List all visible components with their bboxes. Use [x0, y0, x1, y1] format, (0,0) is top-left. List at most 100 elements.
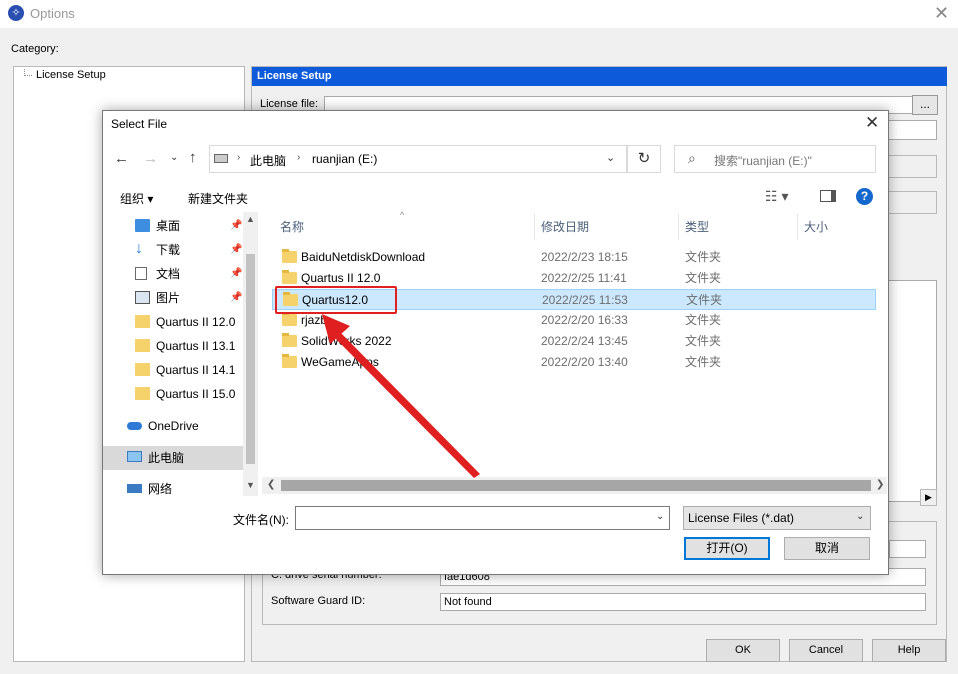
help-button[interactable]: Help	[872, 639, 946, 662]
chevron-down-icon[interactable]: ⌄	[656, 511, 664, 522]
nav-item-label: 文档	[156, 267, 181, 281]
highlight-box	[275, 286, 397, 314]
folder-icon	[135, 339, 150, 352]
column-header-type[interactable]: 类型	[679, 214, 798, 240]
nav-item-quartus-13[interactable]: Quartus II 13.1	[103, 334, 243, 358]
file-row[interactable]: BaiduNetdiskDownload 2022/2/23 18:15 文件夹	[272, 247, 876, 268]
new-folder-button[interactable]: 新建文件夹	[188, 190, 248, 207]
file-date: 2022/2/24 13:45	[541, 334, 628, 348]
scroll-left-icon[interactable]: ❮	[267, 479, 275, 490]
organize-menu[interactable]: 组织 ▾	[120, 190, 153, 207]
file-date: 2022/2/23 18:15	[541, 250, 628, 264]
search-placeholder: 搜索"ruanjian (E:)"	[714, 154, 812, 168]
nav-item-label: 桌面	[156, 219, 181, 233]
nav-item-label: Quartus II 15.0	[156, 387, 236, 401]
pin-icon: 📌	[230, 268, 243, 279]
chevron-down-icon[interactable]: ⌄	[606, 151, 615, 164]
nav-item-quartus-12[interactable]: Quartus II 12.0	[103, 310, 243, 334]
preview-pane-icon[interactable]	[820, 190, 836, 202]
scroll-right-icon: ▶	[920, 489, 937, 506]
file-name: WeGameApps	[301, 355, 379, 369]
folder-icon	[282, 354, 297, 368]
file-date: 2022/2/25 11:41	[541, 271, 627, 285]
refresh-icon[interactable]: ↻	[627, 145, 661, 173]
chevron-right-icon[interactable]: ›	[237, 152, 240, 163]
file-row[interactable]: WeGameApps 2022/2/20 13:40 文件夹	[272, 352, 876, 373]
navigation-pane: 桌面 📌 ↓ 下载 📌 文档 📌 图片 📌 Quartus II 12.0 Qu…	[103, 212, 258, 496]
chevron-right-icon[interactable]: ›	[297, 152, 300, 163]
filetype-select[interactable]: License Files (*.dat)	[683, 506, 871, 530]
picture-icon	[135, 291, 150, 304]
computer-icon	[127, 451, 142, 462]
nav-item-desktop[interactable]: 桌面 📌	[103, 214, 243, 238]
file-type: 文件夹	[686, 293, 723, 307]
desktop-icon	[135, 219, 150, 232]
view-options-icon[interactable]: ☷ ▾	[765, 188, 788, 205]
panel-header: License Setup	[252, 67, 947, 86]
nav-item-documents[interactable]: 文档 📌	[103, 262, 243, 286]
nav-item-downloads[interactable]: ↓ 下载 📌	[103, 238, 243, 262]
background-field	[889, 540, 926, 558]
network-icon	[127, 484, 142, 493]
file-row[interactable]: SolidWorks 2022 2022/2/24 13:45 文件夹	[272, 331, 876, 352]
nav-item-quartus-14[interactable]: Quartus II 14.1	[103, 358, 243, 382]
file-type: 文件夹	[685, 313, 722, 327]
breadcrumb-drive[interactable]: ruanjian (E:)	[312, 152, 377, 166]
window-title: Options	[30, 6, 75, 21]
nav-scroll-thumb[interactable]	[246, 254, 255, 464]
file-type: 文件夹	[685, 334, 722, 348]
folder-icon	[135, 363, 150, 376]
file-name: BaiduNetdiskDownload	[301, 250, 426, 264]
column-header-date[interactable]: 修改日期	[535, 214, 679, 240]
nav-item-label: Quartus II 13.1	[156, 339, 236, 353]
nav-item-this-pc[interactable]: 此电脑	[103, 446, 243, 470]
app-logo-icon: ✧	[8, 5, 24, 21]
file-type: 文件夹	[685, 250, 722, 264]
nav-item-onedrive[interactable]: OneDrive	[103, 414, 243, 438]
dialog-cancel-button[interactable]: 取消	[784, 537, 870, 560]
back-arrow-icon[interactable]: ←	[114, 150, 129, 167]
ok-button[interactable]: OK	[706, 639, 780, 662]
search-icon: ⌕	[688, 150, 696, 166]
browse-button[interactable]: ...	[912, 95, 938, 115]
horizontal-scroll-thumb[interactable]	[281, 480, 871, 491]
scroll-right-icon[interactable]: ❯	[876, 479, 884, 490]
nav-item-network[interactable]: 网络	[103, 477, 243, 496]
pin-icon: 📌	[230, 244, 243, 255]
nav-item-label: 网络	[148, 482, 173, 496]
forward-arrow-icon[interactable]: →	[143, 150, 158, 167]
help-icon[interactable]: ?	[856, 188, 873, 205]
filename-input[interactable]	[295, 506, 670, 530]
column-header-size[interactable]: 大小	[798, 214, 878, 240]
folder-icon	[135, 387, 150, 400]
dialog-title: Select File	[111, 117, 168, 131]
scroll-up-icon[interactable]: ▲	[246, 214, 255, 224]
column-header-name[interactable]: 名称	[274, 214, 535, 240]
file-type: 文件夹	[685, 355, 722, 369]
category-label: Category:	[11, 43, 59, 55]
software-guard-label: Software Guard ID:	[271, 595, 366, 607]
open-button[interactable]: 打开(O)	[684, 537, 770, 560]
nav-item-pictures[interactable]: 图片 📌	[103, 286, 243, 310]
tree-item-license-setup[interactable]: License Setup	[36, 69, 106, 81]
drive-icon	[214, 154, 228, 163]
tree-connector	[24, 69, 32, 76]
chevron-down-icon[interactable]: ⌄	[856, 511, 864, 522]
license-file-label: License file:	[260, 98, 319, 110]
file-name: SolidWorks 2022	[301, 334, 392, 348]
pin-icon: 📌	[230, 220, 243, 231]
dialog-close-icon[interactable]: ✕	[865, 113, 879, 133]
scroll-down-icon[interactable]: ▼	[246, 480, 255, 490]
cancel-button[interactable]: Cancel	[789, 639, 863, 662]
folder-icon	[282, 312, 297, 326]
up-arrow-icon[interactable]: ↑	[189, 149, 197, 166]
file-date: 2022/2/20 16:33	[541, 313, 628, 327]
close-icon[interactable]: ✕	[934, 3, 949, 24]
recent-locations-icon[interactable]: ⌄	[170, 152, 178, 163]
nav-item-label: 此电脑	[148, 451, 185, 465]
nav-item-quartus-15[interactable]: Quartus II 15.0	[103, 382, 243, 406]
breadcrumb-this-pc[interactable]: 此电脑	[250, 152, 286, 169]
nav-item-label: Quartus II 12.0	[156, 315, 236, 329]
pin-icon: 📌	[230, 292, 243, 303]
nav-item-label: OneDrive	[148, 419, 199, 433]
